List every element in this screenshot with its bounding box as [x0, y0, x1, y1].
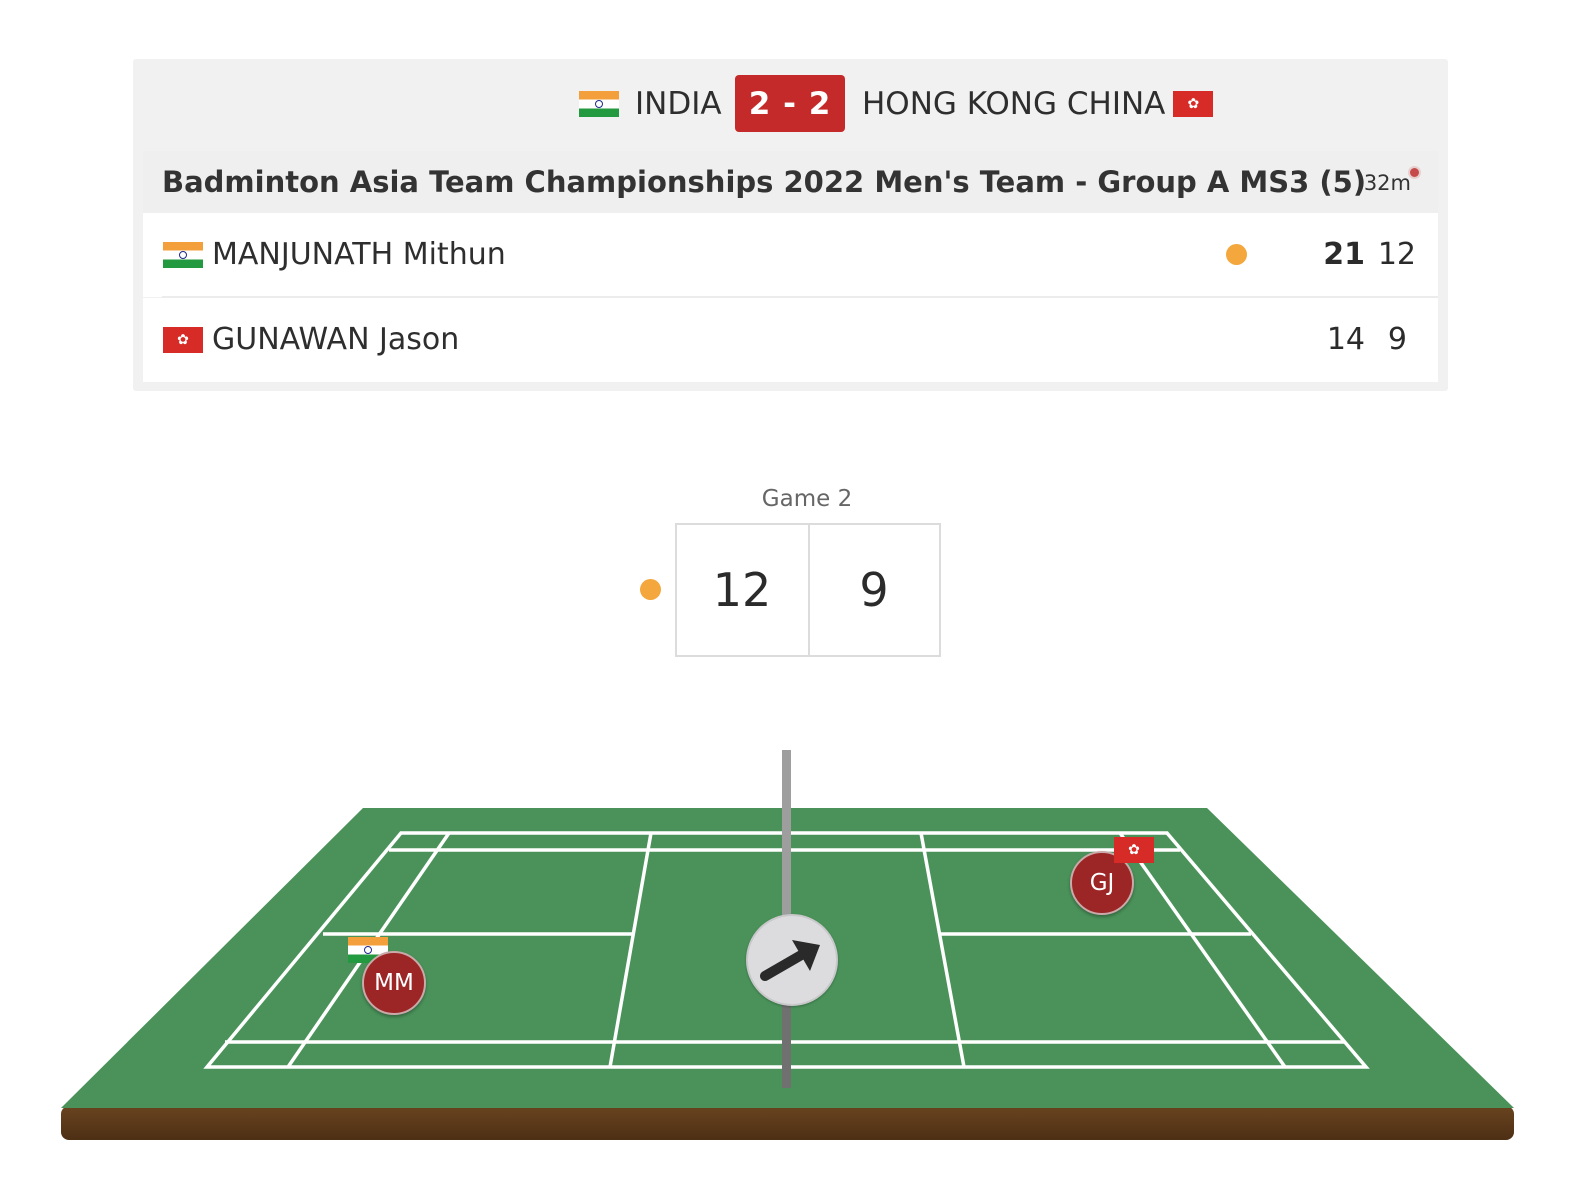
match-panel: Badminton Asia Team Championships 2022 M… — [143, 151, 1438, 382]
shuttle-direction-button[interactable] — [746, 914, 838, 1006]
game1-score: 21 — [1323, 237, 1365, 272]
hong-kong-flag-icon: ✿ — [1173, 91, 1214, 117]
game2-score: 12 — [1377, 237, 1416, 272]
match-duration: 32m — [1363, 171, 1411, 195]
serving-indicator-icon — [640, 579, 661, 600]
serving-indicator-icon — [1226, 244, 1247, 265]
home-team[interactable]: INDIA — [579, 59, 722, 149]
match-title: Badminton Asia Team Championships 2022 M… — [162, 165, 1367, 199]
player-name: GUNAWAN Jason — [212, 322, 460, 357]
home-game-score: 12 — [712, 563, 772, 617]
team-header: INDIA 2 - 2 HONG KONG CHINA ✿ — [133, 59, 1448, 149]
india-flag-icon — [579, 91, 619, 117]
team-score-badge: 2 - 2 — [735, 75, 845, 132]
current-game-scorebox: 12 9 — [675, 523, 941, 657]
player-token-home[interactable]: MM — [362, 951, 426, 1015]
court-base — [61, 1106, 1514, 1140]
hong-kong-flag-icon: ✿ — [163, 327, 203, 353]
arrow-up-right-icon — [760, 940, 820, 981]
game2-score: 9 — [1387, 322, 1407, 357]
away-game-score: 9 — [859, 563, 889, 617]
player-row-away[interactable]: ✿ GUNAWAN Jason 14 9 — [143, 298, 1438, 382]
home-team-name: INDIA — [635, 86, 722, 122]
live-indicator-icon — [1410, 168, 1419, 177]
player-name: MANJUNATH Mithun — [212, 237, 506, 272]
current-game-label: Game 2 — [761, 486, 853, 512]
india-flag-icon — [163, 242, 203, 268]
hong-kong-flag-icon: ✿ — [1114, 837, 1154, 863]
player-row-home[interactable]: MANJUNATH Mithun 21 12 — [143, 213, 1438, 297]
away-team[interactable]: HONG KONG CHINA ✿ — [862, 59, 1214, 149]
away-team-name: HONG KONG CHINA — [862, 86, 1166, 122]
match-title-row: Badminton Asia Team Championships 2022 M… — [143, 151, 1438, 213]
scoreboard-card: INDIA 2 - 2 HONG KONG CHINA ✿ Badminton … — [133, 59, 1448, 391]
